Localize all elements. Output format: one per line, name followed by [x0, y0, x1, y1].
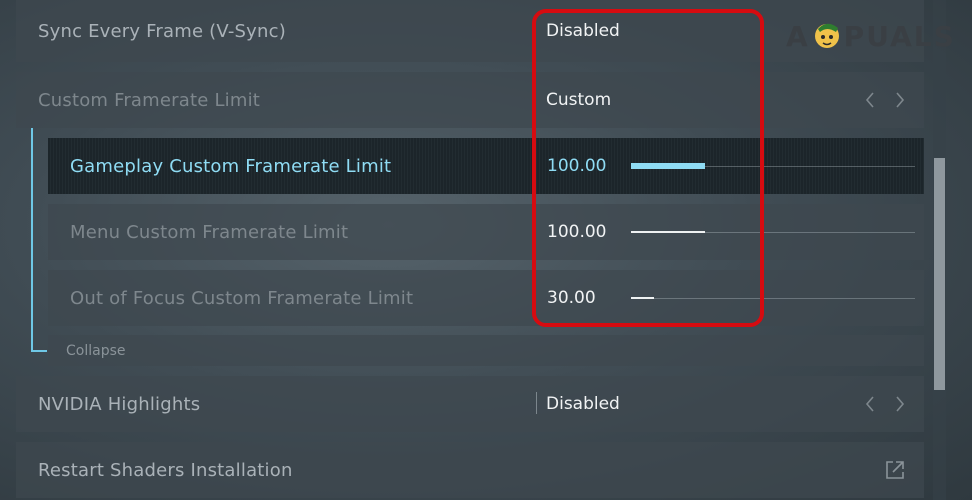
- nvidia-highlights-label: NVIDIA Highlights: [38, 393, 201, 415]
- scrollbar-thumb[interactable]: [934, 158, 945, 390]
- chevron-right-icon[interactable]: [894, 91, 906, 109]
- annotation-highlight-box: [532, 9, 764, 327]
- framerate-limit-arrows: [864, 72, 906, 128]
- vsync-label: Sync Every Frame (V-Sync): [38, 20, 286, 42]
- focus-limit-label: Out of Focus Custom Framerate Limit: [70, 287, 414, 309]
- menu-limit-row[interactable]: Menu Custom Framerate Limit 100.00: [48, 204, 924, 260]
- chevron-left-icon[interactable]: [864, 395, 876, 413]
- nvidia-highlights-row[interactable]: NVIDIA Highlights Disabled: [16, 376, 924, 432]
- framerate-limit-row[interactable]: Custom Framerate Limit Custom: [16, 72, 924, 128]
- chevron-left-icon[interactable]: [864, 91, 876, 109]
- gameplay-limit-label: Gameplay Custom Framerate Limit: [70, 155, 392, 177]
- watermark-logo: A PUALS: [786, 19, 956, 53]
- tree-line-branch: [31, 350, 47, 352]
- value-divider: [536, 392, 537, 414]
- collapse-button[interactable]: Collapse: [48, 335, 924, 366]
- mascot-icon: [814, 23, 839, 48]
- restart-shaders-row[interactable]: Restart Shaders Installation: [16, 442, 924, 498]
- focus-limit-row[interactable]: Out of Focus Custom Framerate Limit 30.0…: [48, 270, 924, 326]
- nvidia-highlights-arrows: [864, 376, 906, 432]
- restart-shaders-label: Restart Shaders Installation: [38, 459, 293, 481]
- external-link-button[interactable]: [884, 442, 906, 498]
- gameplay-limit-row[interactable]: Gameplay Custom Framerate Limit 100.00: [48, 138, 924, 194]
- collapse-label: Collapse: [66, 342, 126, 359]
- framerate-limit-label: Custom Framerate Limit: [38, 89, 261, 111]
- nvidia-highlights-value: Disabled: [546, 394, 620, 414]
- external-link-icon: [886, 461, 904, 479]
- tree-line: [31, 128, 33, 352]
- chevron-right-icon[interactable]: [894, 395, 906, 413]
- menu-limit-label: Menu Custom Framerate Limit: [70, 221, 349, 243]
